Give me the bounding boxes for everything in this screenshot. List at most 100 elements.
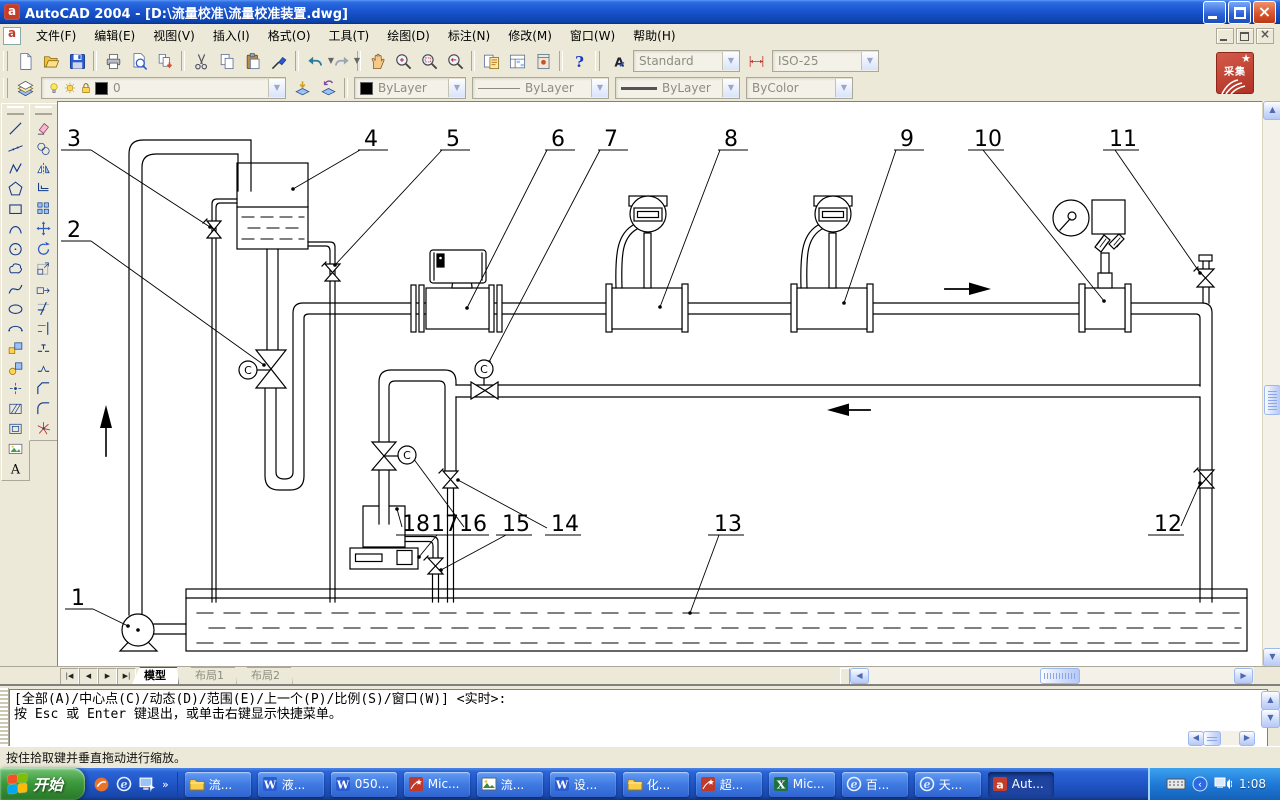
- lineweight-combo[interactable]: ByLayer ▼: [615, 77, 740, 99]
- mdi-minimize-button[interactable]: [1216, 28, 1234, 44]
- properties-button[interactable]: [478, 48, 504, 74]
- canvas-horizontal-scrollbar[interactable]: ◀ ▶: [840, 667, 1254, 684]
- taskbar-button-050...[interactable]: W050...: [331, 772, 397, 797]
- layer-previous-button[interactable]: [315, 75, 341, 101]
- paste-button[interactable]: [240, 48, 266, 74]
- menu-item-窗口(W)[interactable]: 窗口(W): [562, 24, 623, 47]
- desktop-icon[interactable]: [139, 776, 156, 793]
- tool-palettes-button[interactable]: [530, 48, 556, 74]
- linetype-combo[interactable]: ByLayer ▼: [472, 77, 609, 99]
- taskbar-button-设...[interactable]: W设...: [550, 772, 616, 797]
- ellipse-arc-button[interactable]: [4, 318, 27, 338]
- mdi-restore-button[interactable]: [1236, 28, 1254, 44]
- draw-toolbar-grip[interactable]: [7, 106, 24, 115]
- explode-button[interactable]: [32, 418, 55, 438]
- layer-combo[interactable]: 0 ▼: [41, 77, 286, 99]
- command-window-grip[interactable]: [0, 688, 9, 746]
- chevron-down-icon[interactable]: ▼: [268, 79, 285, 97]
- rotate-button[interactable]: [32, 238, 55, 258]
- hatch-button[interactable]: [4, 398, 27, 418]
- layer-manager-button[interactable]: [12, 75, 38, 101]
- scroll-up-icon[interactable]: ▲: [1263, 101, 1280, 120]
- command-text-area[interactable]: [全部(A)/中心点(C)/动态(D)/范围(E)/上一个(P)/比例(S)/窗…: [9, 689, 1268, 751]
- offset-button[interactable]: [32, 178, 55, 198]
- break-button[interactable]: [32, 358, 55, 378]
- command-scroll-thumb[interactable]: [1203, 731, 1221, 746]
- vertical-scroll-thumb[interactable]: [1264, 385, 1280, 415]
- open-file-button[interactable]: [38, 48, 64, 74]
- plot-button[interactable]: [100, 48, 126, 74]
- fillet-button[interactable]: [32, 398, 55, 418]
- taskbar-button-化...[interactable]: 化...: [623, 772, 689, 797]
- taskbar-button-超...[interactable]: 超...: [696, 772, 762, 797]
- extend-button[interactable]: [32, 318, 55, 338]
- language-tray-icon[interactable]: ‹: [1192, 776, 1208, 792]
- toolbar-grip[interactable]: [3, 51, 8, 71]
- horizontal-scroll-thumb[interactable]: [1040, 668, 1080, 684]
- styles-toolbar-grip[interactable]: [595, 51, 600, 71]
- ellipse-button[interactable]: [4, 298, 27, 318]
- match-properties-button[interactable]: [266, 48, 292, 74]
- multiline-text-button[interactable]: [4, 458, 27, 478]
- rectangle-button[interactable]: [4, 198, 27, 218]
- new-file-button[interactable]: [12, 48, 38, 74]
- start-button[interactable]: 开始: [0, 768, 85, 800]
- title-bar[interactable]: a AutoCAD 2004 - [D:\流量校准\流量校准装置.dwg]: [0, 0, 1280, 24]
- first-tab-icon[interactable]: |◀: [60, 668, 79, 685]
- zoom-previous-button[interactable]: [442, 48, 468, 74]
- keyboard-tray-icon[interactable]: [1166, 777, 1186, 791]
- minimize-button[interactable]: [1203, 1, 1226, 24]
- pan-button[interactable]: [364, 48, 390, 74]
- erase-button[interactable]: [32, 118, 55, 138]
- dim-style-combo[interactable]: ISO-25 ▼: [772, 50, 879, 72]
- internet-explorer-icon[interactable]: e: [116, 776, 133, 793]
- drawing-file-icon[interactable]: [3, 27, 21, 45]
- menu-item-工具(T)[interactable]: 工具(T): [321, 24, 378, 47]
- quick-launch-overflow-icon[interactable]: »: [162, 778, 169, 791]
- zoom-realtime-button[interactable]: [390, 48, 416, 74]
- chevron-down-icon[interactable]: ▼: [722, 79, 739, 97]
- taskbar-button-流...[interactable]: 流...: [185, 772, 251, 797]
- menu-item-标注(N)[interactable]: 标注(N): [440, 24, 498, 47]
- menu-item-编辑(E)[interactable]: 编辑(E): [86, 24, 143, 47]
- layers-toolbar-grip[interactable]: [3, 78, 8, 98]
- make-object-layer-current-button[interactable]: [289, 75, 315, 101]
- image-button[interactable]: [4, 438, 27, 458]
- spline-button[interactable]: [4, 278, 27, 298]
- menu-item-视图(V)[interactable]: 视图(V): [145, 24, 203, 47]
- point-button[interactable]: [4, 378, 27, 398]
- menu-item-绘图(D)[interactable]: 绘图(D): [379, 24, 438, 47]
- menu-item-修改(M)[interactable]: 修改(M): [500, 24, 560, 47]
- copy-obj-button[interactable]: [32, 138, 55, 158]
- media-player-icon[interactable]: [93, 776, 110, 793]
- polyline-button[interactable]: [4, 158, 27, 178]
- menu-item-文件(F)[interactable]: 文件(F): [28, 24, 84, 47]
- menu-item-帮助(H)[interactable]: 帮助(H): [625, 24, 683, 47]
- command-scroll-up-icon[interactable]: ▲: [1261, 691, 1280, 710]
- taskbar-button-天...[interactable]: e天...: [915, 772, 981, 797]
- close-button[interactable]: [1253, 1, 1276, 24]
- revision-cloud-button[interactable]: [4, 258, 27, 278]
- mirror-button[interactable]: [32, 158, 55, 178]
- dim-style-manager-button[interactable]: [743, 48, 769, 74]
- move-button[interactable]: [32, 218, 55, 238]
- array-button[interactable]: [32, 198, 55, 218]
- scrollbar-splitter[interactable]: [840, 668, 850, 685]
- polygon-button[interactable]: [4, 178, 27, 198]
- next-tab-icon[interactable]: ▶: [98, 668, 117, 685]
- command-scroll-left-icon[interactable]: ◀: [1188, 731, 1204, 746]
- chevron-down-icon[interactable]: ▼: [722, 52, 739, 70]
- menu-item-格式(O)[interactable]: 格式(O): [260, 24, 319, 47]
- layer-thaw-icon[interactable]: [63, 81, 77, 95]
- help-button[interactable]: [566, 48, 592, 74]
- stretch-button[interactable]: [32, 278, 55, 298]
- save-button[interactable]: [64, 48, 90, 74]
- publish-button[interactable]: [152, 48, 178, 74]
- command-window[interactable]: [全部(A)/中心点(C)/动态(D)/范围(E)/上一个(P)/比例(S)/窗…: [0, 684, 1280, 748]
- taskbar-button-流...[interactable]: 流...: [477, 772, 543, 797]
- undo-button[interactable]: ▼: [302, 48, 328, 74]
- redo-button[interactable]: ▼: [328, 48, 354, 74]
- taskbar-button-百...[interactable]: e百...: [842, 772, 908, 797]
- canvas-vertical-scrollbar[interactable]: ▲ ▼: [1262, 101, 1280, 666]
- volume-tray-icon[interactable]: [1214, 777, 1232, 791]
